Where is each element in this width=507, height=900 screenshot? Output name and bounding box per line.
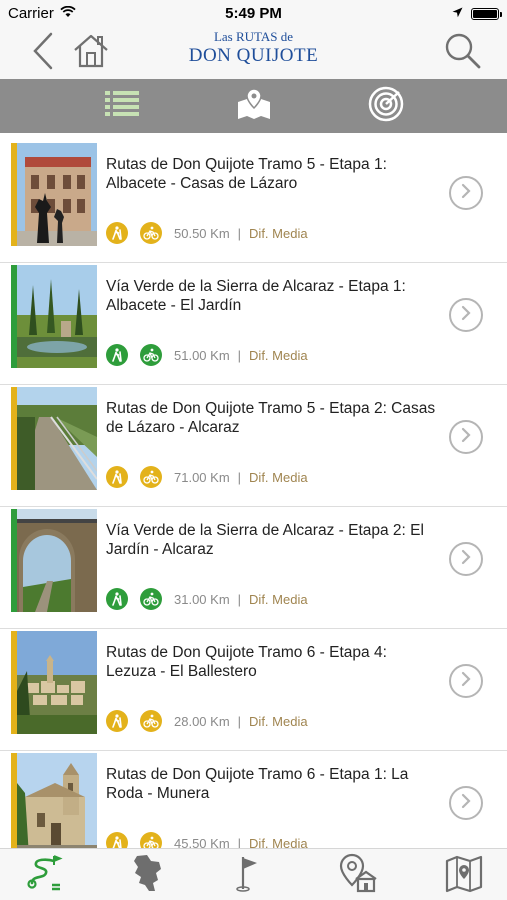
route-distance: 31.00 Km	[174, 591, 230, 607]
cyclist-icon	[140, 832, 162, 848]
cyclist-icon	[140, 222, 162, 244]
route-title: Rutas de Don Quijote Tramo 6 - Etapa 1: …	[106, 766, 409, 802]
route-distance: 51.00 Km	[174, 347, 230, 363]
route-difficulty: Dif. Media	[249, 347, 308, 363]
route-distance: 28.00 Km	[174, 713, 230, 729]
route-detail-button[interactable]	[449, 786, 483, 820]
status-right	[452, 5, 502, 22]
meta-separator: |	[237, 469, 242, 485]
cyclist-icon	[140, 710, 162, 732]
logo-line2: DON QUIJOTE	[188, 45, 319, 66]
route-item[interactable]: Rutas de Don Quijote Tramo 5 - Etapa 2: …	[0, 385, 507, 507]
route-thumbnail	[17, 265, 97, 368]
route-title: Vía Verde de la Sierra de Alcaraz - Etap…	[106, 522, 424, 558]
route-detail-button[interactable]	[449, 542, 483, 576]
battery-icon	[471, 7, 502, 20]
view-toolbar	[0, 79, 507, 133]
route-item[interactable]: Vía Verde de la Sierra de Alcaraz - Etap…	[0, 507, 507, 629]
route-difficulty: Dif. Media	[249, 591, 308, 607]
route-item[interactable]: Rutas de Don Quijote Tramo 5 - Etapa 1: …	[0, 141, 507, 263]
flag-icon	[233, 853, 263, 898]
route-meta: 31.00 Km | Dif. Media	[106, 587, 308, 611]
hiker-icon	[106, 588, 128, 610]
chevron-right-circle-icon	[460, 671, 472, 692]
route-detail-button[interactable]	[449, 664, 483, 698]
tab-routes[interactable]	[14, 853, 74, 897]
logo-line1: Las RUTAS de	[213, 29, 294, 44]
chevron-right-circle-icon	[460, 183, 472, 204]
chevron-right-circle-icon	[460, 549, 472, 570]
route-item[interactable]: Rutas de Don Quijote Tramo 6 - Etapa 1: …	[0, 751, 507, 848]
route-detail-button[interactable]	[449, 298, 483, 332]
cyclist-icon	[140, 588, 162, 610]
hiker-icon	[106, 832, 128, 848]
location-arrow-icon	[452, 5, 463, 22]
cyclist-icon	[140, 344, 162, 366]
search-icon	[444, 32, 482, 75]
chevron-right-circle-icon	[460, 305, 472, 326]
route-difficulty: Dif. Media	[249, 835, 308, 849]
route-title: Rutas de Don Quijote Tramo 6 - Etapa 4: …	[106, 644, 387, 680]
route-detail-button[interactable]	[449, 420, 483, 454]
route-thumbnail	[17, 631, 97, 734]
route-thumbnail	[17, 509, 97, 612]
route-difficulty: Dif. Media	[249, 469, 308, 485]
map-pin-icon	[237, 87, 271, 125]
meta-separator: |	[237, 835, 242, 849]
route-title: Vía Verde de la Sierra de Alcaraz - Etap…	[106, 278, 406, 314]
status-bar: Carrier 5:49 PM	[0, 0, 507, 27]
chevron-right-circle-icon	[460, 427, 472, 448]
route-meta: 50.50 Km | Dif. Media	[106, 221, 308, 245]
app-logo[interactable]: Las RUTAS de DON QUIJOTE	[0, 29, 507, 67]
status-time: 5:49 PM	[225, 5, 282, 22]
route-item[interactable]: Vía Verde de la Sierra de Alcaraz - Etap…	[0, 263, 507, 385]
route-icon	[24, 853, 64, 898]
meta-separator: |	[237, 347, 242, 363]
route-list[interactable]: Rutas de Don Quijote Tramo 5 - Etapa 1: …	[0, 141, 507, 848]
nearby-view-button[interactable]	[356, 84, 416, 128]
cyclist-icon	[140, 466, 162, 488]
meta-separator: |	[237, 225, 242, 241]
route-distance: 71.00 Km	[174, 469, 230, 485]
route-meta: 28.00 Km | Dif. Media	[106, 709, 308, 733]
route-thumbnail	[17, 753, 97, 848]
route-thumbnail	[17, 387, 97, 490]
route-detail-button[interactable]	[449, 176, 483, 210]
route-difficulty: Dif. Media	[249, 713, 308, 729]
search-button[interactable]	[440, 31, 486, 75]
hiker-icon	[106, 466, 128, 488]
tab-bar	[0, 848, 507, 900]
route-title: Rutas de Don Quijote Tramo 5 - Etapa 1: …	[106, 156, 387, 192]
folded-map-icon	[444, 853, 484, 898]
map-view-button[interactable]	[224, 84, 284, 128]
route-meta: 51.00 Km | Dif. Media	[106, 343, 308, 367]
hiker-icon	[106, 344, 128, 366]
province-map-icon	[131, 853, 165, 898]
tab-province[interactable]	[118, 853, 178, 897]
location-lodging-icon	[338, 853, 378, 898]
route-title: Rutas de Don Quijote Tramo 5 - Etapa 2: …	[106, 400, 436, 436]
route-difficulty: Dif. Media	[249, 225, 308, 241]
hiker-icon	[106, 710, 128, 732]
route-thumbnail	[17, 143, 97, 246]
meta-separator: |	[237, 591, 242, 607]
hiker-icon	[106, 222, 128, 244]
radar-icon	[368, 86, 404, 127]
route-item[interactable]: Rutas de Don Quijote Tramo 6 - Etapa 4: …	[0, 629, 507, 751]
route-meta: 71.00 Km | Dif. Media	[106, 465, 308, 489]
tab-map[interactable]	[434, 853, 494, 897]
route-distance: 50.50 Km	[174, 225, 230, 241]
tab-points[interactable]	[218, 853, 278, 897]
route-meta: 45.50 Km | Dif. Media	[106, 831, 308, 848]
route-distance: 45.50 Km	[174, 835, 230, 849]
chevron-right-circle-icon	[460, 793, 472, 814]
list-icon	[105, 89, 139, 124]
tab-lodging[interactable]	[328, 853, 388, 897]
header: Las RUTAS de DON QUIJOTE	[0, 27, 507, 79]
list-view-button[interactable]	[92, 84, 152, 128]
meta-separator: |	[237, 713, 242, 729]
